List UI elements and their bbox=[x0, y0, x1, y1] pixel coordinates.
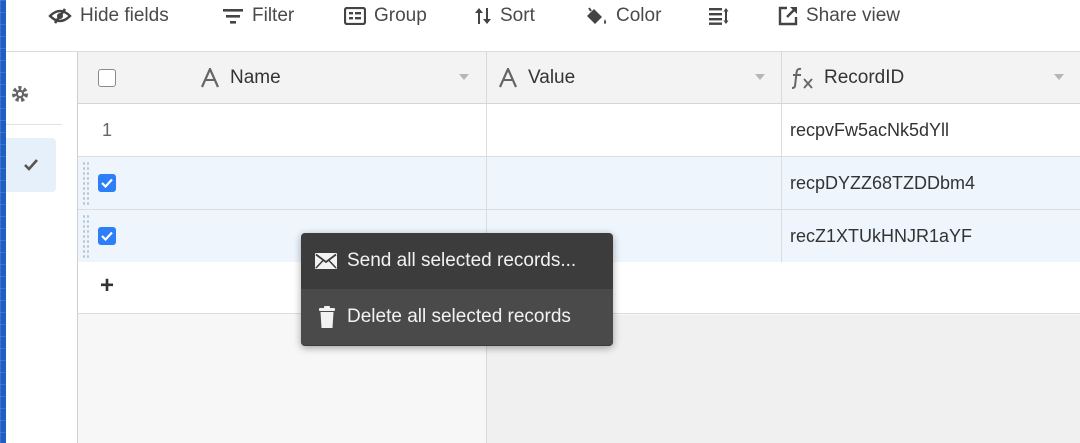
row-checkbox[interactable] bbox=[98, 227, 116, 245]
group-button[interactable]: Group bbox=[344, 4, 427, 28]
row-height-icon bbox=[709, 8, 729, 25]
table-row[interactable]: 1 recpvFw5acNk5dYll bbox=[78, 104, 1080, 157]
plus-icon[interactable]: + bbox=[100, 272, 114, 300]
column-menu-chevron-icon[interactable] bbox=[755, 74, 765, 80]
checkmark-icon bbox=[24, 159, 38, 171]
column-menu-chevron-icon[interactable] bbox=[459, 74, 469, 80]
column-header-name-label: Name bbox=[230, 67, 281, 88]
filter-button[interactable]: Filter bbox=[222, 4, 294, 28]
context-menu: Send all selected records... Delete all … bbox=[301, 233, 613, 346]
filter-icon bbox=[223, 9, 243, 24]
column-divider bbox=[781, 52, 782, 104]
left-rail bbox=[6, 52, 78, 443]
rail-selected-item[interactable] bbox=[6, 138, 56, 192]
formula-type-icon bbox=[791, 67, 813, 89]
gear-icon[interactable] bbox=[10, 84, 30, 104]
text-type-icon bbox=[200, 68, 220, 88]
view-toolbar: Hide fields Filter Group Sort Color Shar… bbox=[6, 0, 1080, 52]
row-height-button[interactable] bbox=[708, 4, 738, 28]
cell-divider bbox=[781, 210, 782, 262]
checkmark-icon bbox=[101, 178, 113, 188]
paint-bucket-icon bbox=[587, 7, 606, 24]
eye-slash-icon bbox=[48, 8, 72, 24]
group-label: Group bbox=[374, 5, 427, 26]
app-window: Hide fields Filter Group Sort Color Shar… bbox=[6, 0, 1080, 443]
record-id-cell[interactable]: recpDYZZ68TZDDbm4 bbox=[790, 173, 975, 194]
column-header-value-label: Value bbox=[528, 67, 576, 88]
share-icon bbox=[778, 6, 798, 26]
cell-divider bbox=[781, 157, 782, 209]
checkmark-icon bbox=[101, 231, 113, 241]
select-all-checkbox[interactable] bbox=[98, 69, 116, 87]
cell-divider bbox=[781, 104, 782, 156]
filter-label: Filter bbox=[252, 5, 295, 26]
table-row[interactable]: recpDYZZ68TZDDbm4 bbox=[78, 157, 1080, 210]
send-selected-records-menu-item[interactable]: Send all selected records... bbox=[301, 233, 613, 289]
column-header-recordid[interactable]: RecordID bbox=[790, 66, 904, 90]
column-divider bbox=[486, 52, 487, 104]
cell-divider bbox=[486, 157, 487, 209]
sort-button[interactable]: Sort bbox=[474, 4, 535, 28]
text-type-icon bbox=[498, 68, 518, 88]
grid-header: Name Value RecordID bbox=[78, 52, 1080, 104]
column-header-name[interactable]: Name bbox=[200, 66, 281, 90]
sort-label: Sort bbox=[500, 5, 535, 26]
hide-fields-label: Hide fields bbox=[80, 5, 169, 26]
rail-divider bbox=[6, 124, 62, 125]
drag-handle[interactable] bbox=[82, 161, 90, 205]
envelope-icon bbox=[315, 253, 337, 269]
sort-arrows-icon bbox=[475, 8, 491, 24]
color-button[interactable]: Color bbox=[584, 4, 661, 28]
column-menu-chevron-icon[interactable] bbox=[1054, 74, 1064, 80]
group-icon bbox=[344, 7, 366, 25]
row-number: 1 bbox=[102, 120, 113, 140]
send-selected-records-label: Send all selected records... bbox=[347, 250, 577, 271]
share-view-label: Share view bbox=[806, 5, 900, 26]
hide-fields-button[interactable]: Hide fields bbox=[48, 4, 169, 28]
cell-divider bbox=[486, 104, 487, 156]
trash-icon bbox=[319, 306, 335, 328]
column-header-recordid-label: RecordID bbox=[824, 67, 905, 88]
row-checkbox[interactable] bbox=[98, 174, 116, 192]
record-id-cell[interactable]: recpvFw5acNk5dYll bbox=[790, 120, 949, 141]
delete-selected-records-menu-item[interactable]: Delete all selected records bbox=[301, 289, 613, 345]
share-view-button[interactable]: Share view bbox=[778, 4, 900, 28]
column-header-value[interactable]: Value bbox=[498, 66, 575, 90]
delete-selected-records-label: Delete all selected records bbox=[347, 306, 571, 327]
color-label: Color bbox=[616, 5, 662, 26]
drag-handle[interactable] bbox=[82, 214, 90, 258]
record-id-cell[interactable]: recZ1XTUkHNJR1aYF bbox=[790, 226, 972, 247]
